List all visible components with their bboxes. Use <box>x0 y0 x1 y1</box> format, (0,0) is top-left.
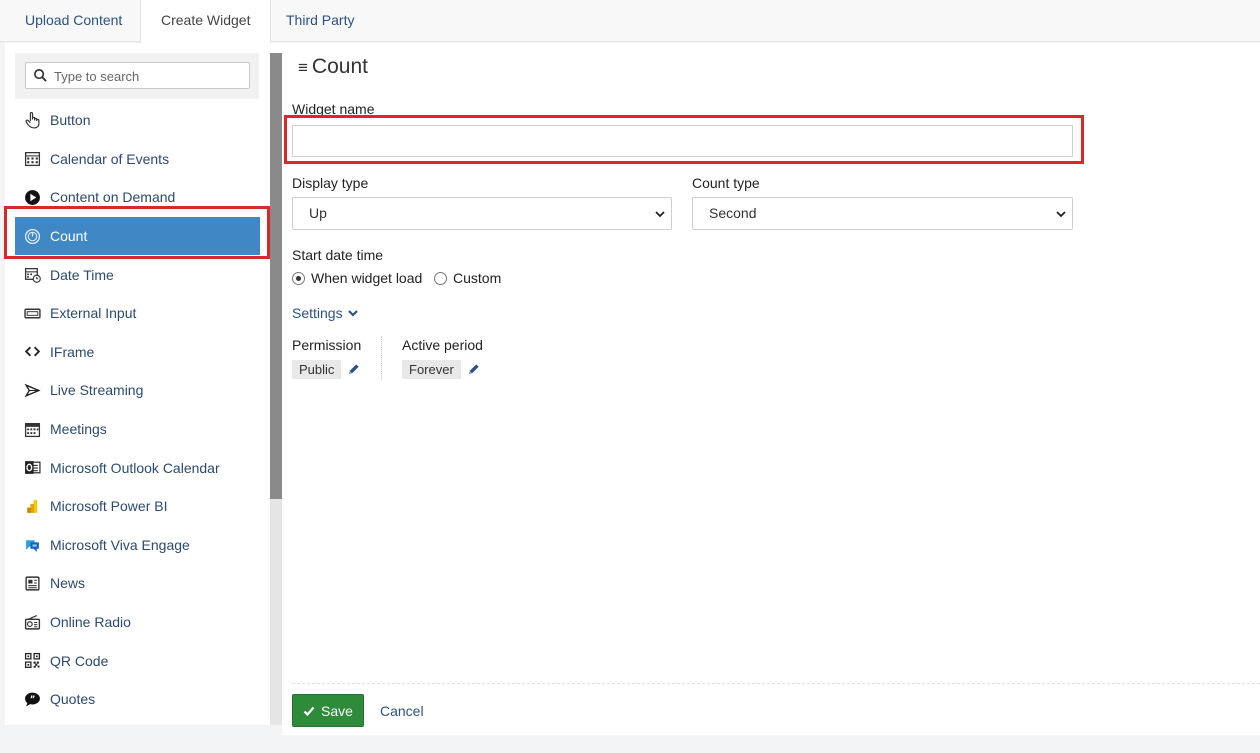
radio-custom[interactable]: Custom <box>434 270 501 286</box>
widget-form-panel: ≡ Count Widget name Display type Up Count… <box>282 43 1260 735</box>
page-title: Count <box>311 55 368 78</box>
viva-engage-icon <box>23 536 41 554</box>
chevron-down-icon <box>655 211 665 218</box>
active-period-label: Active period <box>402 337 483 353</box>
outlook-icon <box>23 459 41 477</box>
broadcast-icon <box>23 381 41 399</box>
widget-item-iframe[interactable]: IFrame <box>15 333 260 372</box>
widget-item-label: Live Streaming <box>50 382 144 399</box>
widget-item-label: Microsoft Outlook Calendar <box>50 459 220 476</box>
display-type-label: Display type <box>292 175 369 191</box>
widget-item-label: IFrame <box>50 343 95 360</box>
top-tab-bar: Upload Content Create Widget Third Party <box>0 0 1260 43</box>
menu-lines-icon: ≡ <box>298 58 308 77</box>
widget-item-date-time[interactable]: Date Time <box>15 255 260 294</box>
edit-permission-pencil-icon[interactable] <box>347 363 360 376</box>
radio-label: When widget load <box>311 270 423 286</box>
widget-item-online-radio[interactable]: Online Radio <box>15 603 260 642</box>
widget-item-microsoft-outlook-calendar[interactable]: Microsoft Outlook Calendar <box>15 448 260 487</box>
input-box-icon <box>23 304 41 322</box>
tab-upload-content[interactable]: Upload Content <box>5 0 142 42</box>
svg-text:”: ” <box>29 695 35 705</box>
search-icon <box>34 69 47 82</box>
quote-bubble-icon: ” <box>23 690 41 708</box>
edit-active-period-pencil-icon[interactable] <box>467 363 480 376</box>
widget-item-quotes[interactable]: ” Quotes <box>15 680 260 719</box>
widget-item-label: Quotes <box>50 691 96 708</box>
widget-item-external-input[interactable]: External Input <box>15 294 260 333</box>
radio-label: Custom <box>453 270 502 286</box>
permission-badge: Public <box>292 360 342 379</box>
widget-item-label: Calendar of Events <box>50 150 170 167</box>
widget-item-count[interactable]: Count <box>15 216 260 256</box>
counter-icon <box>23 227 41 245</box>
search-input[interactable] <box>54 67 244 85</box>
radio-selected-indicator <box>292 271 305 285</box>
code-brackets-icon <box>23 343 41 361</box>
widget-item-calendar-of-events[interactable]: Calendar of Events <box>15 140 260 179</box>
widget-item-label: Online Radio <box>50 614 131 631</box>
hand-pointer-icon <box>23 111 41 129</box>
widget-item-label: News <box>50 575 86 592</box>
settings-label: Settings <box>292 305 343 321</box>
widget-item-label: Count <box>50 228 88 245</box>
calendar-icon <box>23 420 41 438</box>
widget-item-label: External Input <box>50 305 137 322</box>
widget-item-label: Content on Demand <box>50 189 176 206</box>
widget-item-label: QR Code <box>50 652 109 669</box>
tab-third-party[interactable]: Third Party <box>266 0 374 42</box>
widget-name-input[interactable] <box>292 125 1073 157</box>
newspaper-icon <box>23 574 41 592</box>
widget-item-microsoft-power-bi[interactable]: Microsoft Power BI <box>15 487 260 526</box>
calendar-grid-icon <box>23 150 41 168</box>
active-period-badge: Forever <box>402 360 461 379</box>
start-date-time-label: Start date time <box>292 247 384 263</box>
widget-item-label: Microsoft Power BI <box>50 498 168 515</box>
search-box <box>25 62 250 89</box>
widget-item-microsoft-viva-engage[interactable]: Microsoft Viva Engage <box>15 526 260 565</box>
settings-divider <box>381 336 382 380</box>
permission-label: Permission <box>292 337 362 353</box>
count-type-value: Second <box>709 205 757 221</box>
chevron-down-icon <box>347 310 358 317</box>
save-label: Save <box>321 702 353 719</box>
count-type-select[interactable]: Second <box>692 197 1073 230</box>
play-circle-icon <box>23 188 41 206</box>
widget-item-live-streaming[interactable]: Live Streaming <box>15 371 260 410</box>
widget-item-label: Date Time <box>50 266 114 283</box>
qr-code-icon <box>23 652 41 670</box>
search-wrapper <box>15 53 259 99</box>
display-type-select[interactable]: Up <box>292 197 672 230</box>
power-bi-icon <box>23 497 41 515</box>
checkmark-icon <box>303 706 315 716</box>
widget-list-scrollbar[interactable] <box>270 53 282 725</box>
widget-item-news[interactable]: News <box>15 564 260 603</box>
form-header: ≡ Count <box>298 55 368 79</box>
scrollbar-thumb[interactable] <box>270 53 282 499</box>
widget-name-label: Widget name <box>292 101 375 117</box>
widget-item-meetings[interactable]: Meetings <box>15 410 260 449</box>
widget-item-content-on-demand[interactable]: Content on Demand <box>15 178 260 217</box>
widget-item-label: Microsoft Viva Engage <box>50 536 190 553</box>
widget-item-label: Button <box>50 112 91 129</box>
widget-list-panel: Button Calendar of Events Content on Dem… <box>5 43 283 725</box>
widget-item-button[interactable]: Button <box>15 101 260 140</box>
tab-create-widget[interactable]: Create Widget <box>140 0 272 43</box>
count-type-label: Count type <box>692 175 760 191</box>
settings-toggle[interactable]: Settings <box>292 305 359 321</box>
radio-when-widget-load[interactable]: When widget load <box>292 270 422 286</box>
chevron-down-icon <box>1056 211 1066 218</box>
display-type-value: Up <box>309 205 327 221</box>
save-button[interactable]: Save <box>292 694 364 727</box>
widget-type-list: Button Calendar of Events Content on Dem… <box>15 101 260 719</box>
widget-item-qr-code[interactable]: QR Code <box>15 641 260 680</box>
widget-item-label: Meetings <box>50 421 107 438</box>
footer-divider <box>292 683 1260 684</box>
radio-icon <box>23 613 41 631</box>
radio-indicator <box>434 271 447 285</box>
calendar-clock-icon <box>23 266 41 284</box>
cancel-button[interactable]: Cancel <box>380 703 424 719</box>
